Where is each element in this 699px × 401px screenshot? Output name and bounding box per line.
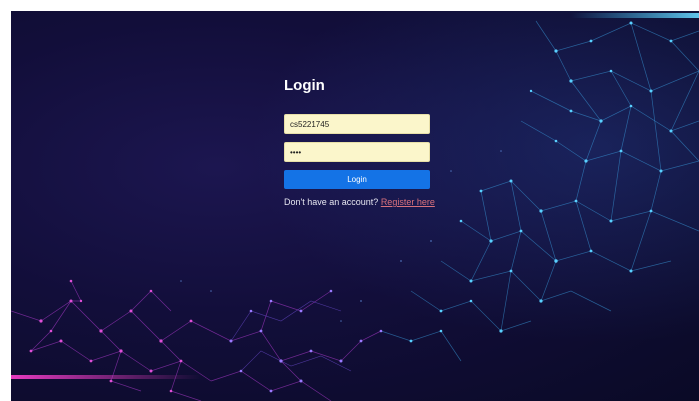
login-title: Login [284,77,325,94]
login-form: Login Login Don't have an account? Regis… [284,77,435,207]
register-prompt: Don't have an account? Register here [284,197,435,208]
register-prompt-text: Don't have an account? [284,197,379,207]
login-button[interactable]: Login [284,170,430,189]
password-input[interactable] [284,142,430,162]
login-page: Login Login Don't have an account? Regis… [11,11,699,401]
username-input[interactable] [284,114,430,134]
register-link[interactable]: Register here [381,197,435,207]
